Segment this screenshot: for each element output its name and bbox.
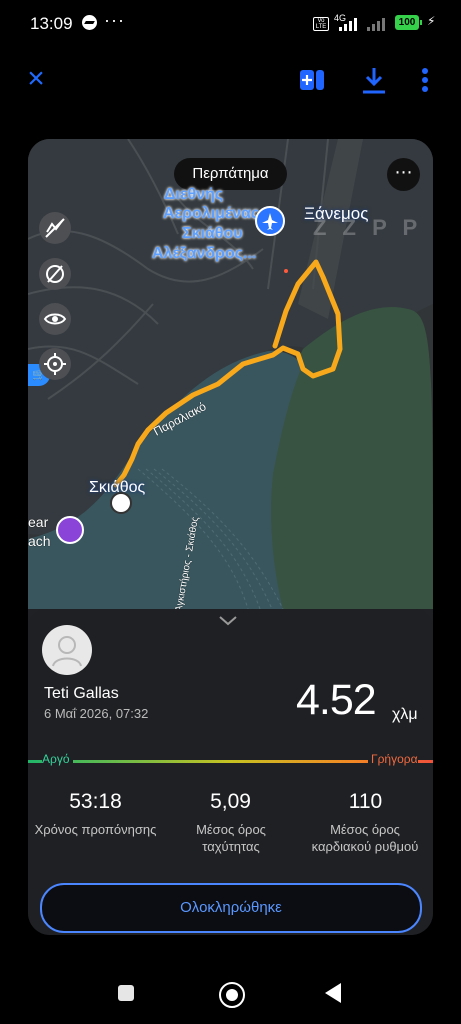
stat-value: 5,09: [210, 790, 251, 813]
airplane-icon: [262, 213, 278, 230]
distance-unit: χλμ: [392, 706, 418, 723]
status-more-icon: ···: [104, 10, 125, 30]
airport-label-line-3: Σκιάθου: [182, 225, 243, 242]
activity-date: 6 Μαΐ 2026, 07:32: [44, 706, 149, 721]
status-bar: 13:09 ··· Vo LTE 4G 100 ⚡: [0, 0, 461, 48]
stat-value: 110: [348, 790, 383, 813]
charging-icon: ⚡: [427, 14, 436, 28]
map-control-location[interactable]: [39, 348, 71, 380]
partial-label-top: ear: [28, 514, 49, 530]
back-icon[interactable]: [325, 983, 341, 1003]
stat-workout-time: 53:18 Χρόνος προπόνησης: [28, 790, 163, 838]
system-navigation-bar: [0, 964, 461, 1024]
map-control-layers[interactable]: [39, 258, 71, 290]
airport-icon: [255, 206, 285, 236]
download-button[interactable]: [360, 65, 388, 95]
stat-label: Χρόνος προπόνησης: [34, 822, 157, 837]
airport-label-line-1: Διεθνής: [164, 186, 224, 203]
home-icon[interactable]: [219, 982, 245, 1008]
top-app-bar: ×: [0, 52, 461, 112]
stat-average-heart-rate: 110 Μέσος όρος καρδιακού ρυθμού: [298, 790, 433, 855]
photo-spot-icon: [56, 516, 84, 544]
pace-fast-label: Γρήγορα: [368, 752, 418, 766]
screen: 13:09 ··· Vo LTE 4G 100 ⚡ × Περπάτημα ⋯ …: [0, 0, 461, 1024]
collapse-sheet-button[interactable]: [216, 611, 240, 629]
complete-button[interactable]: Ολοκληρώθηκε: [40, 883, 422, 933]
status-time: 13:09: [30, 14, 73, 33]
battery-icon: 100: [395, 15, 422, 30]
visibility-icon: [43, 313, 67, 325]
map-more-button[interactable]: ⋯: [387, 158, 420, 191]
stat-label: Μέσος όρος ταχύτητας: [196, 822, 266, 854]
activity-card: Περπάτημα ⋯ Διεθνής Αερολιμένας Σκιάθου …: [28, 139, 433, 935]
messenger-icon: [82, 15, 97, 30]
add-to-route-button[interactable]: [298, 66, 326, 94]
close-button[interactable]: ×: [20, 64, 52, 96]
avatar[interactable]: [42, 625, 92, 675]
map-control-visibility[interactable]: [39, 303, 71, 335]
signal-secondary-icon: [367, 15, 391, 31]
airport-label-line-4: Αλέξανδρος...: [152, 245, 257, 262]
map-control-heatmap[interactable]: [39, 212, 71, 244]
map-watermark: Z Z P P: [313, 215, 423, 240]
airport-label-line-2: Αερολιμένας: [163, 205, 260, 222]
layers-off-icon: [46, 265, 64, 283]
default-avatar-icon: [52, 636, 82, 667]
stat-label: Μέσος όρος καρδιακού ρυθμού: [311, 822, 419, 854]
stat-value: 53:18: [69, 790, 122, 813]
route-map[interactable]: Περπάτημα ⋯ Διεθνής Αερολιμένας Σκιάθου …: [28, 139, 433, 613]
distance-value: 4.52: [296, 676, 377, 724]
download-icon: [363, 68, 385, 94]
stat-average-speed: 5,09 Μέσος όρος ταχύτητας: [163, 790, 298, 855]
chevron-down-icon: [219, 616, 237, 626]
pace-slow-label: Αργό: [42, 752, 73, 766]
activity-summary-sheet: Teti Gallas 6 Μαΐ 2026, 07:32 4.52 χλμ Α…: [28, 609, 433, 935]
signal-icon: [339, 15, 363, 31]
start-flag-icon: [110, 492, 132, 514]
more-vertical-icon: [422, 68, 428, 92]
location-target-icon: [44, 353, 66, 375]
hide-heatmap-icon: [45, 218, 65, 238]
add-to-route-icon: [300, 70, 324, 90]
more-options-button[interactable]: [415, 66, 435, 94]
recent-apps-icon[interactable]: [118, 985, 134, 1001]
partial-label-bottom: ach: [28, 533, 51, 549]
user-name: Teti Gallas: [44, 685, 119, 702]
volte-icon: Vo LTE: [313, 17, 329, 31]
